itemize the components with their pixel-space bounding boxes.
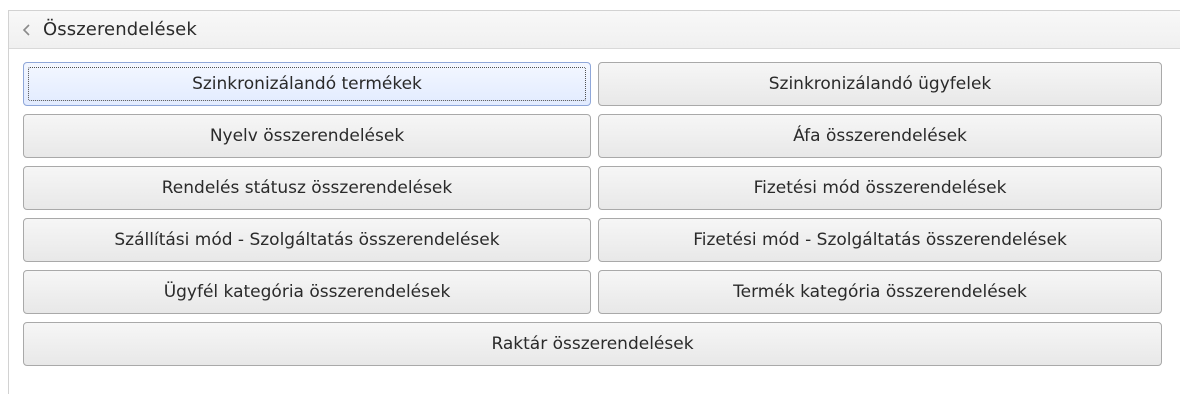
panel-title: Összerendelések: [43, 19, 197, 40]
product-category-mappings-button[interactable]: Termék kategória összerendelések: [598, 270, 1162, 314]
sync-customers-button-label: Szinkronizálandó ügyfelek: [768, 74, 992, 94]
chevron-left-icon[interactable]: [19, 23, 35, 36]
payment-method-mappings-button[interactable]: Fizetési mód összerendelések: [598, 166, 1162, 210]
language-mappings-button-label: Nyelv összerendelések: [209, 126, 405, 146]
warehouse-mappings-button[interactable]: Raktár összerendelések: [23, 322, 1162, 366]
warehouse-mappings-button-label: Raktár összerendelések: [491, 334, 694, 354]
panel-header: Összerendelések: [9, 11, 1180, 49]
payment-service-mappings-button[interactable]: Fizetési mód - Szolgáltatás összerendelé…: [598, 218, 1162, 262]
vat-mappings-button[interactable]: Áfa összerendelések: [598, 114, 1162, 158]
sync-products-button-label: Szinkronizálandó termékek: [192, 74, 422, 94]
payment-method-mappings-button-label: Fizetési mód összerendelések: [753, 178, 1007, 198]
shipping-service-mappings-button[interactable]: Szállítási mód - Szolgáltatás összerende…: [23, 218, 591, 262]
product-category-mappings-button-label: Termék kategória összerendelések: [733, 282, 1027, 302]
customer-category-mappings-button-label: Ügyfél kategória összerendelések: [163, 282, 451, 302]
shipping-service-mappings-button-label: Szállítási mód - Szolgáltatás összerende…: [114, 230, 500, 250]
sync-customers-button[interactable]: Szinkronizálandó ügyfelek: [598, 62, 1162, 106]
vat-mappings-button-label: Áfa összerendelések: [793, 126, 967, 146]
order-status-mappings-button[interactable]: Rendelés státusz összerendelések: [23, 166, 591, 210]
language-mappings-button[interactable]: Nyelv összerendelések: [23, 114, 591, 158]
payment-service-mappings-button-label: Fizetési mód - Szolgáltatás összerendelé…: [693, 230, 1067, 250]
order-status-mappings-button-label: Rendelés státusz összerendelések: [161, 178, 453, 198]
customer-category-mappings-button[interactable]: Ügyfél kategória összerendelések: [23, 270, 591, 314]
sync-products-button[interactable]: Szinkronizálandó termékek: [23, 62, 591, 106]
